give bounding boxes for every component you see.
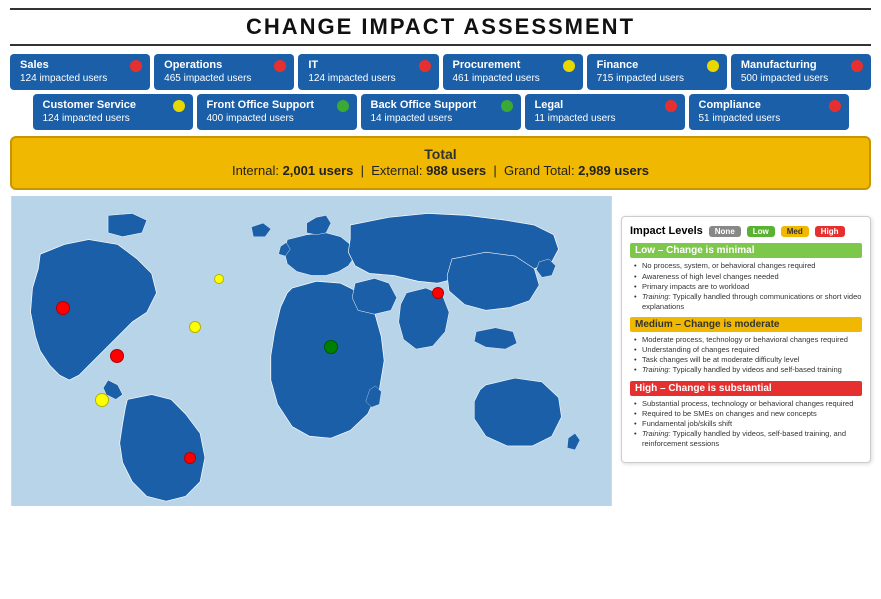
indicator-dot: [419, 60, 431, 72]
dept-users: 51 impacted users: [699, 112, 839, 125]
dept-name: Finance: [597, 59, 717, 72]
world-map: [10, 196, 613, 506]
map-legend-row: Impact Levels None Low Med High Low – Ch…: [10, 196, 871, 506]
bullet-item: Primary impacts are to workload: [634, 282, 862, 292]
indicator-dot: [501, 100, 513, 112]
dept-card-sales: Sales 124 impacted users: [10, 54, 150, 90]
dept-name: Legal: [535, 99, 675, 112]
indicator-dot: [851, 60, 863, 72]
bullet-list: Substantial process, technology or behav…: [630, 399, 862, 450]
pill-low: Low: [747, 226, 775, 237]
dept-row-2: Customer Service 124 impacted users Fron…: [10, 94, 871, 130]
dept-card-compliance: Compliance 51 impacted users: [689, 94, 849, 130]
dept-name: Front Office Support: [207, 99, 347, 112]
title-bar: CHANGE IMPACT ASSESSMENT: [10, 8, 871, 46]
impact-legend-card: Impact Levels None Low Med High Low – Ch…: [621, 216, 871, 463]
page-title: CHANGE IMPACT ASSESSMENT: [10, 14, 871, 40]
bullet-item: Fundamental job/skills shift: [634, 419, 862, 429]
total-banner: Total Internal: 2,001 users | External: …: [10, 136, 871, 190]
dept-card-finance: Finance 715 impacted users: [587, 54, 727, 90]
bullet-item: Task changes will be at moderate difficu…: [634, 355, 862, 365]
bullet-list: No process, system, or behavioral change…: [630, 261, 862, 312]
bullet-item: Substantial process, technology or behav…: [634, 399, 862, 409]
indicator-dot: [337, 100, 349, 112]
pill-high: High: [815, 226, 845, 237]
dept-users: 400 impacted users: [207, 112, 347, 125]
indicator-dot: [274, 60, 286, 72]
dept-card-procurement: Procurement 461 impacted users: [443, 54, 583, 90]
dept-name: Compliance: [699, 99, 839, 112]
indicator-dot: [173, 100, 185, 112]
dept-name: Back Office Support: [371, 99, 511, 112]
bullet-item: No process, system, or behavioral change…: [634, 261, 862, 271]
indicator-dot: [563, 60, 575, 72]
indicator-dot: [665, 100, 677, 112]
dept-users: 500 impacted users: [741, 72, 861, 85]
internal-users: 2,001 users: [283, 163, 354, 178]
dept-card-front-office-support: Front Office Support 400 impacted users: [197, 94, 357, 130]
dept-card-legal: Legal 11 impacted users: [525, 94, 685, 130]
indicator-dot: [829, 100, 841, 112]
dept-users: 465 impacted users: [164, 72, 284, 85]
bullet-item: Training: Typically handled by videos an…: [634, 365, 862, 375]
dept-card-manufacturing: Manufacturing 500 impacted users: [731, 54, 871, 90]
dept-name: Customer Service: [43, 99, 183, 112]
bullet-item: Required to be SMEs on changes and new c…: [634, 409, 862, 419]
indicator-dot: [130, 60, 142, 72]
dept-row-1: Sales 124 impacted users Operations 465 …: [10, 54, 871, 90]
dept-card-back-office-support: Back Office Support 14 impacted users: [361, 94, 521, 130]
dept-users: 11 impacted users: [535, 112, 675, 125]
legend-title-row: Impact Levels None Low Med High: [630, 225, 862, 237]
dept-name: Procurement: [453, 59, 573, 72]
dept-name: IT: [308, 59, 428, 72]
impact-header: High – Change is substantial: [630, 381, 862, 396]
bullet-list: Moderate process, technology or behavior…: [630, 335, 862, 376]
dept-name: Sales: [20, 59, 140, 72]
dept-users: 715 impacted users: [597, 72, 717, 85]
bullet-item: Understanding of changes required: [634, 345, 862, 355]
dept-users: 14 impacted users: [371, 112, 511, 125]
dept-card-customer-service: Customer Service 124 impacted users: [33, 94, 193, 130]
impact-section-low: Low – Change is minimal No process, syst…: [630, 243, 862, 312]
bullet-item: Awareness of high level changes needed: [634, 272, 862, 282]
indicator-dot: [707, 60, 719, 72]
dept-users: 124 impacted users: [43, 112, 183, 125]
dept-users: 124 impacted users: [308, 72, 428, 85]
external-users: 988 users: [426, 163, 486, 178]
impact-section-high: High – Change is substantial Substantial…: [630, 381, 862, 450]
total-label: Total: [24, 146, 857, 162]
total-detail: Internal: 2,001 users | External: 988 us…: [232, 163, 649, 178]
dept-name: Operations: [164, 59, 284, 72]
dept-name: Manufacturing: [741, 59, 861, 72]
impact-section-medium: Medium – Change is moderate Moderate pro…: [630, 317, 862, 376]
bullet-item: Training: Typically handled by videos, s…: [634, 429, 862, 449]
grand-total-users: 2,989 users: [578, 163, 649, 178]
dept-card-operations: Operations 465 impacted users: [154, 54, 294, 90]
impact-header: Medium – Change is moderate: [630, 317, 862, 332]
legend-sections: Low – Change is minimal No process, syst…: [630, 243, 862, 449]
dept-card-it: IT 124 impacted users: [298, 54, 438, 90]
pill-mid: Med: [781, 226, 809, 237]
pill-none: None: [709, 226, 741, 237]
impact-header: Low – Change is minimal: [630, 243, 862, 258]
dept-users: 124 impacted users: [20, 72, 140, 85]
dept-users: 461 impacted users: [453, 72, 573, 85]
bullet-item: Moderate process, technology or behavior…: [634, 335, 862, 345]
legend-title: Impact Levels: [630, 225, 703, 237]
bullet-item: Training: Typically handled through comm…: [634, 292, 862, 312]
